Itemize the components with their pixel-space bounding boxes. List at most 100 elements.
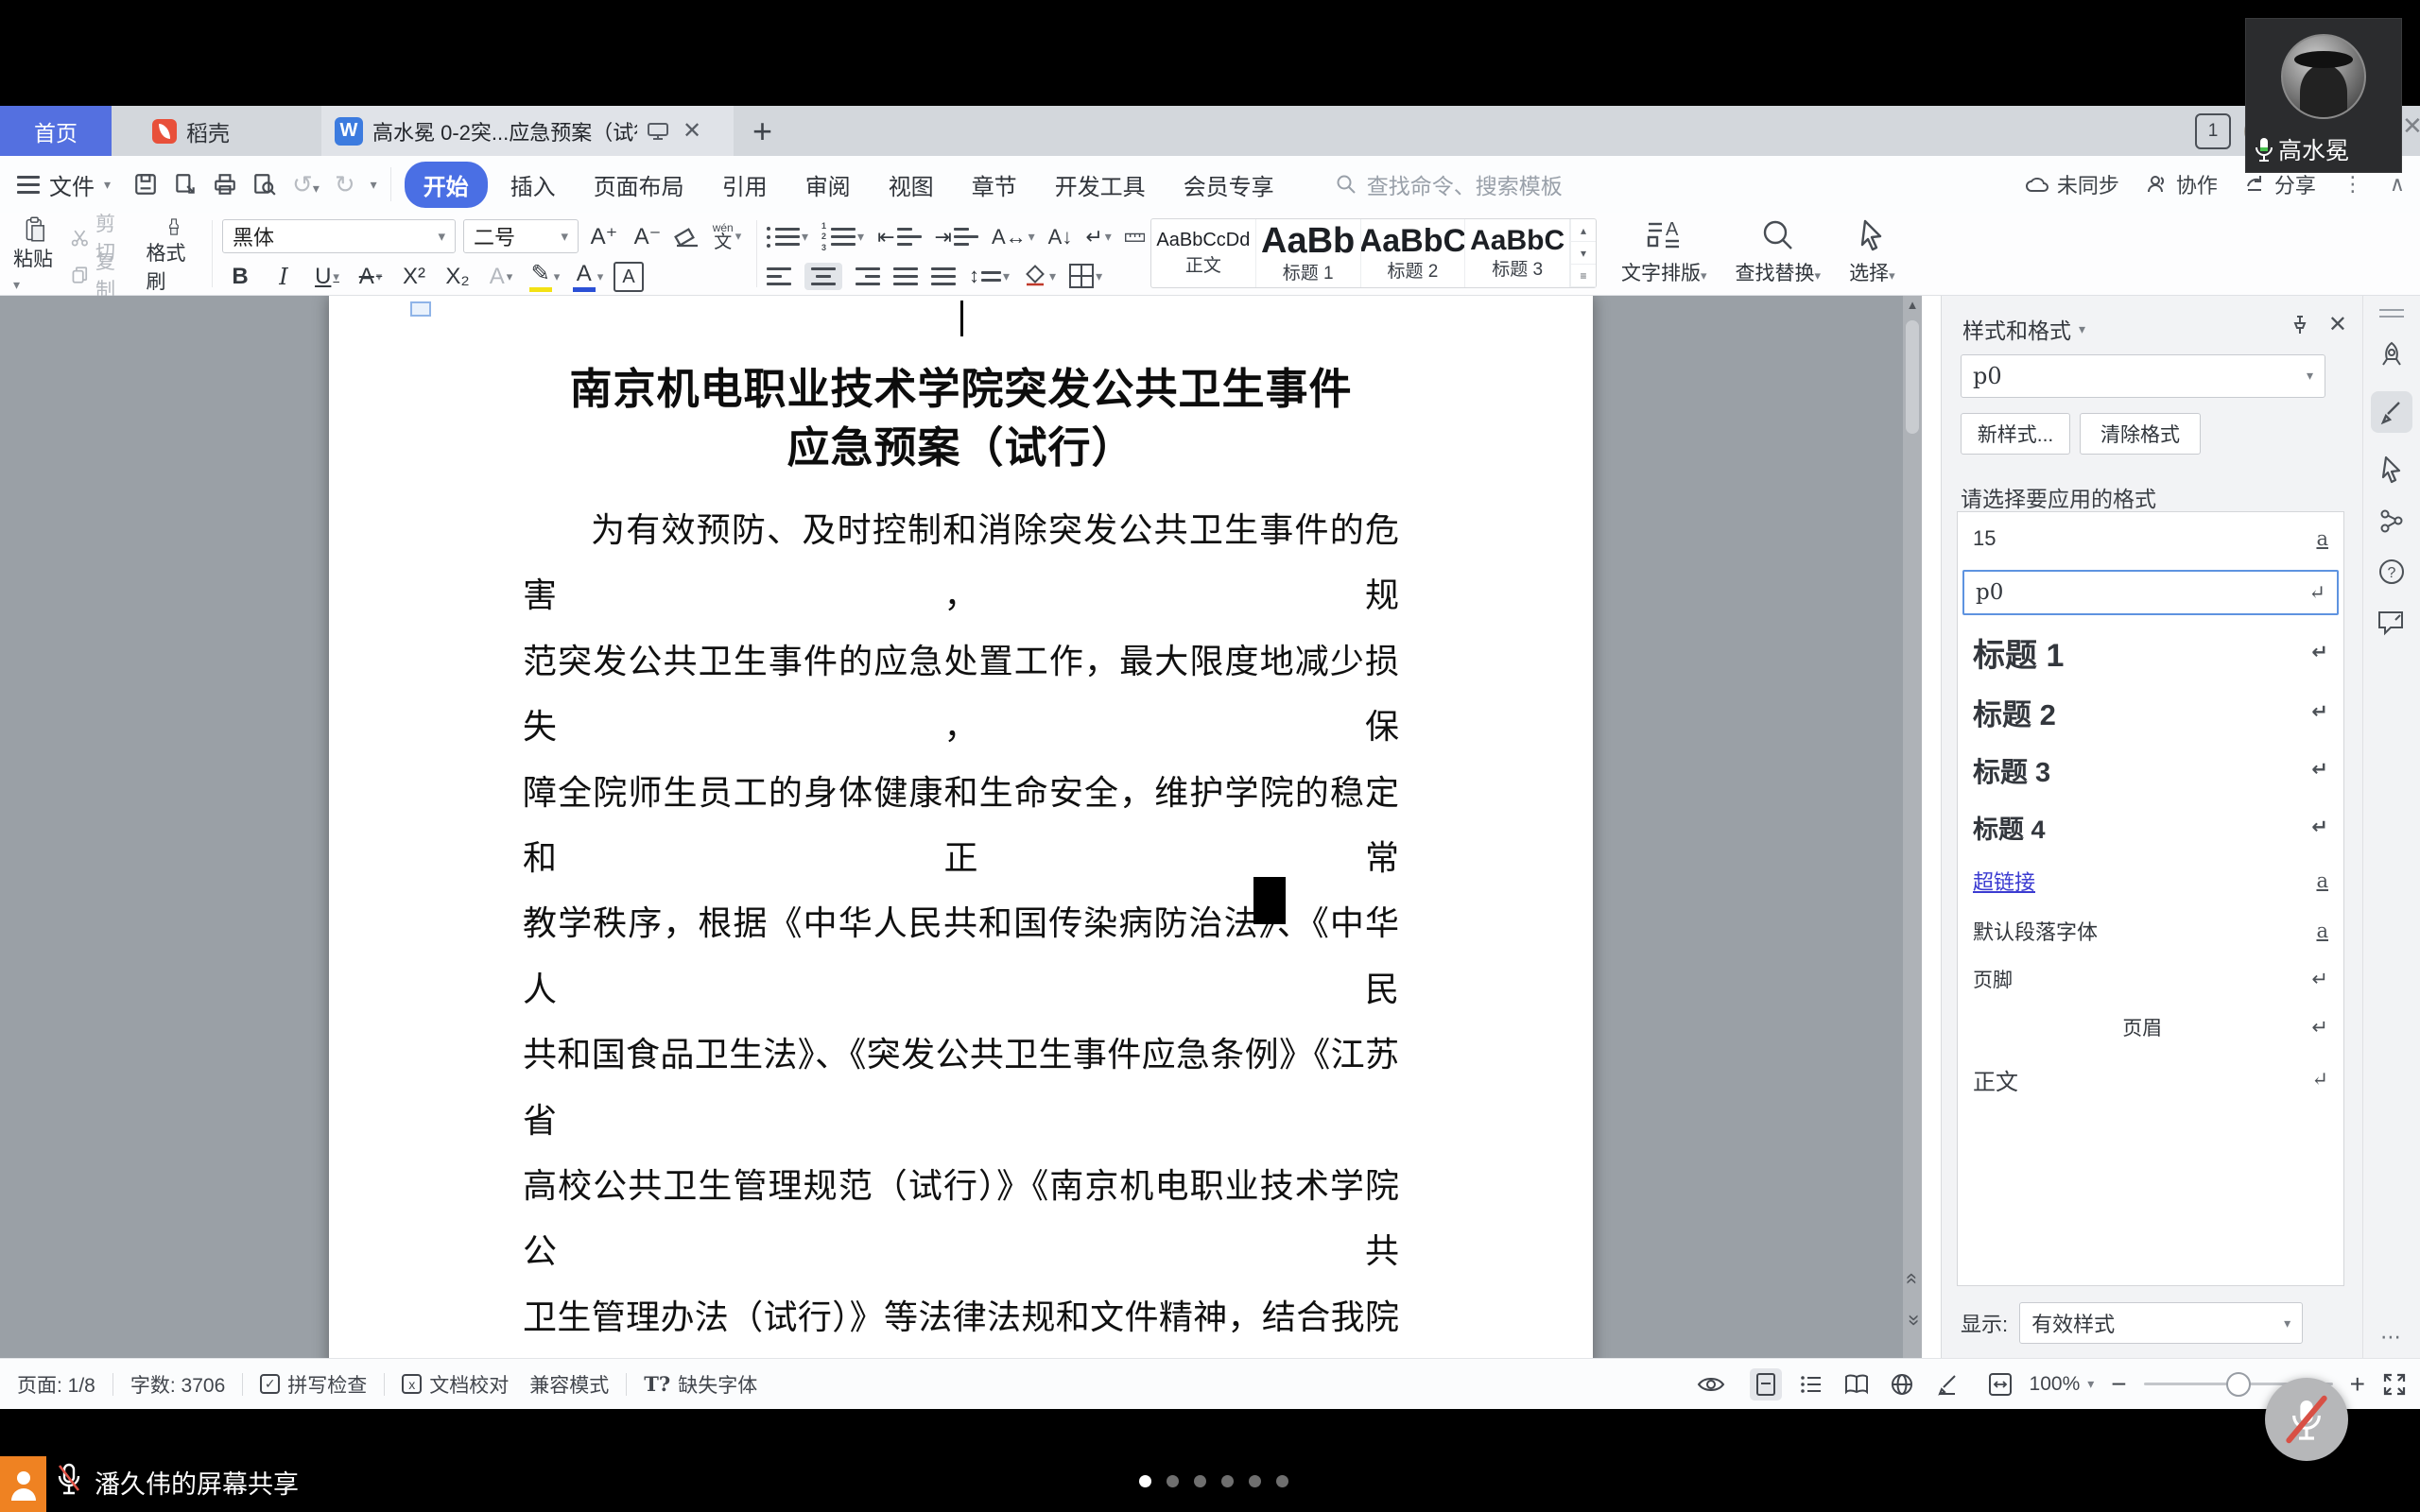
style-item-header[interactable]: 页眉↵ — [1958, 1003, 2343, 1052]
spell-check-toggle[interactable]: ✓拼写检查 — [260, 1370, 367, 1399]
paragraph-mark-button[interactable]: ↵▾ — [1085, 225, 1111, 249]
ribbon-tab-references[interactable]: 引用 — [703, 162, 786, 208]
ribbon-tab-section[interactable]: 章节 — [953, 162, 1036, 208]
next-page-button[interactable]: « — [1901, 1299, 1922, 1341]
text-direction-button[interactable]: A↔▾ — [992, 225, 1035, 249]
style-item-heading3[interactable]: 标题 3↵ — [1958, 741, 2343, 799]
document-proofing[interactable]: x文档校对 — [402, 1370, 509, 1399]
style-item-heading4[interactable]: 标题 4↵ — [1958, 799, 2343, 856]
increase-font-icon[interactable]: A⁺ — [586, 219, 622, 253]
microphone-muted-button[interactable] — [2265, 1378, 2348, 1461]
close-tab-icon[interactable]: ✕ — [683, 117, 701, 145]
current-style-select[interactable]: p0 ▾ — [1961, 354, 2325, 398]
export-icon[interactable] — [173, 172, 198, 197]
italic-button[interactable]: I — [266, 260, 302, 294]
gallery-more-icon[interactable]: ≡ — [1571, 265, 1596, 287]
ribbon-tab-view[interactable]: 视图 — [870, 162, 953, 208]
superscript-button[interactable]: X² — [396, 260, 432, 294]
rail-drag-handle[interactable] — [2379, 309, 2404, 318]
collaborate-button[interactable]: 协作 — [2146, 169, 2218, 199]
participant-video-thumbnail[interactable]: 高水冕 — [2246, 19, 2401, 172]
window-manager-button[interactable]: 1 — [2195, 113, 2231, 149]
page-dots[interactable] — [1139, 1475, 1288, 1487]
fullscreen-icon[interactable] — [2382, 1372, 2407, 1397]
word-count[interactable]: 字数: 3706 — [130, 1370, 225, 1399]
copy-button[interactable]: 复制 — [70, 256, 132, 294]
collapse-ribbon-icon[interactable]: ∧ — [2390, 172, 2405, 197]
quick-tools-rocket-icon[interactable] — [2377, 340, 2406, 369]
compatibility-mode[interactable]: 兼容模式 — [529, 1370, 609, 1399]
select-button[interactable]: 选择▾ — [1849, 218, 1895, 295]
style-item-heading1[interactable]: 标题 1↵ — [1958, 621, 2343, 683]
sort-button[interactable]: A↓ — [1048, 225, 1073, 249]
ribbon-tab-devtools[interactable]: 开发工具 — [1036, 162, 1165, 208]
font-color-button[interactable]: A▾ — [570, 260, 606, 294]
style-item-15[interactable]: 15a — [1958, 512, 2343, 565]
more-options-icon[interactable]: ⋮ — [2342, 172, 2363, 197]
numbered-list-button[interactable]: 123▾ — [821, 221, 864, 253]
ribbon-tab-home[interactable]: 开始 — [405, 162, 488, 208]
document-canvas[interactable]: 南京机电职业技术学院突发公共卫生事件 应急预案（试行） 为有效预防、及时控制和消… — [0, 296, 1922, 1359]
gallery-down-icon[interactable]: ▾ — [1571, 242, 1596, 265]
style-item-footer[interactable]: 页脚↵ — [1958, 955, 2343, 1003]
command-search[interactable]: 查找命令、搜索模板 — [1335, 168, 1563, 200]
style-item-default-font[interactable]: 默认段落字体a — [1958, 905, 2343, 955]
strikethrough-button[interactable]: A▾ — [353, 260, 389, 294]
scroll-up-icon[interactable]: ▲ — [1903, 298, 1922, 312]
zoom-slider-knob[interactable] — [2226, 1372, 2251, 1397]
ribbon-tab-membership[interactable]: 会员专享 — [1165, 162, 1293, 208]
outline-view-icon[interactable] — [1795, 1368, 1827, 1400]
paste-button[interactable]: 粘贴▾ — [13, 216, 57, 295]
ribbon-tab-insert[interactable]: 插入 — [492, 162, 575, 208]
style-item-hyperlink[interactable]: 超链接a — [1958, 856, 2343, 905]
find-replace-button[interactable]: 查找替换▾ — [1736, 218, 1822, 295]
share-button[interactable]: 分享 — [2244, 169, 2316, 199]
redo-icon[interactable]: ↻ — [335, 170, 355, 199]
clear-format-button[interactable]: 清除格式 — [2080, 413, 2201, 455]
style-heading2[interactable]: AaBbC 标题 2 — [1361, 219, 1466, 287]
shading-button[interactable]: ▾ — [1023, 265, 1056, 287]
web-layout-icon[interactable] — [1886, 1368, 1918, 1400]
close-panel-icon[interactable]: ✕ — [2328, 311, 2347, 338]
underline-button[interactable]: U▾ — [309, 260, 345, 294]
style-heading1[interactable]: AaBb 标题 1 — [1256, 219, 1361, 287]
styles-brush-icon[interactable] — [2371, 391, 2412, 433]
font-name-select[interactable]: 黑体▾ — [222, 219, 456, 253]
document-page[interactable]: 南京机电职业技术学院突发公共卫生事件 应急预案（试行） 为有效预防、及时控制和消… — [329, 296, 1593, 1359]
page-indicator[interactable]: 页面: 1/8 — [17, 1370, 95, 1399]
ribbon-tab-page-layout[interactable]: 页面布局 — [575, 162, 703, 208]
tab-ruler-icon[interactable] — [1125, 229, 1145, 246]
fit-page-icon[interactable] — [1988, 1372, 2013, 1397]
text-layout-button[interactable]: A 文字排版▾ — [1621, 218, 1707, 295]
zoom-in-icon[interactable]: + — [2350, 1371, 2365, 1398]
file-menu-button[interactable]: 文件 ▾ — [0, 168, 128, 201]
zoom-level[interactable]: 100%▾ — [2030, 1373, 2095, 1396]
ribbon-tab-review[interactable]: 审阅 — [786, 162, 870, 208]
decrease-indent-icon[interactable]: ⇤ — [877, 225, 921, 249]
style-heading3[interactable]: AaBbC 标题 3 — [1465, 219, 1570, 287]
feedback-icon[interactable] — [2377, 609, 2407, 637]
style-item-heading2[interactable]: 标题 2↵ — [1958, 683, 2343, 741]
decrease-font-icon[interactable]: A⁻ — [630, 219, 666, 253]
undo-icon[interactable]: ↺▾ — [292, 170, 320, 199]
page-collapse-marker-icon[interactable] — [410, 301, 431, 317]
line-spacing-button[interactable]: ↕▾ — [969, 264, 1010, 288]
bullet-list-button[interactable]: ▾ — [767, 227, 808, 248]
panel-title-row[interactable]: 样式和格式 ▾ — [1962, 313, 2085, 345]
zoom-out-icon[interactable]: − — [2111, 1371, 2126, 1398]
missing-font-warning[interactable]: T?缺失字体 — [644, 1370, 757, 1399]
read-mode-icon[interactable] — [1841, 1368, 1873, 1400]
tab-document[interactable]: W 高水冕 0-2突...应急预案（试行） ✕ — [321, 106, 734, 156]
align-center-icon[interactable] — [804, 263, 842, 290]
align-left-icon[interactable] — [767, 267, 791, 285]
print-icon[interactable] — [213, 172, 237, 197]
rail-more-icon[interactable]: ⋯ — [2363, 1325, 2420, 1349]
increase-indent-icon[interactable]: ⇥ — [935, 225, 978, 249]
style-item-p0-selected[interactable]: p0↵ — [1962, 570, 2339, 615]
style-item-body[interactable]: 正文↵ — [1958, 1052, 2343, 1107]
print-preview-icon[interactable] — [252, 172, 277, 197]
style-normal[interactable]: AaBbCcDd 正文 — [1151, 219, 1256, 287]
pin-panel-icon[interactable] — [2289, 314, 2311, 336]
align-right-icon[interactable] — [856, 267, 880, 285]
eye-protection-icon[interactable] — [1697, 1374, 1725, 1395]
